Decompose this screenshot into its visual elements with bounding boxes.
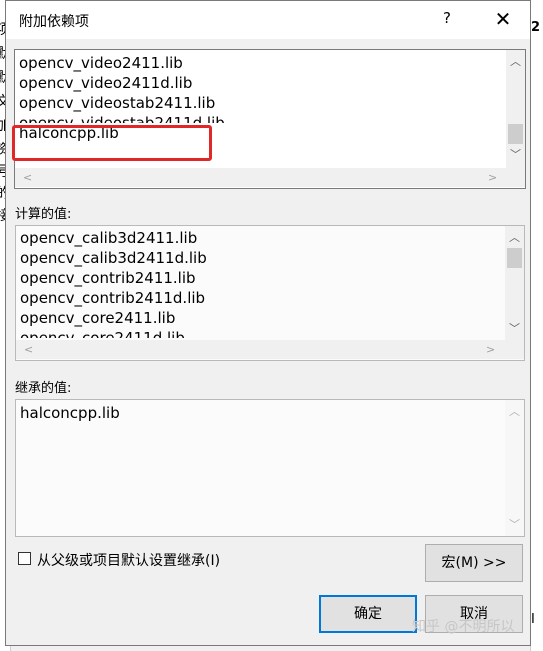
background-window-right-edge xyxy=(530,0,543,651)
vertical-scrollbar[interactable]: ︿ ﹀ xyxy=(506,50,525,168)
scroll-down-arrow-icon: ﹀ xyxy=(509,518,520,531)
scroll-up-arrow-icon[interactable]: ︿ xyxy=(505,229,524,245)
list-item[interactable]: opencv_video2411d.lib xyxy=(19,73,225,93)
close-button[interactable]: ✕ xyxy=(488,7,518,33)
background-text: I xyxy=(531,612,535,627)
additional-dependencies-dialog: 附加依赖项 ? ✕ opencv_video2411.lib opencv_vi… xyxy=(5,0,531,646)
list-item: opencv_core2411.lib xyxy=(20,309,176,327)
horizontal-scrollbar[interactable]: < > xyxy=(15,168,525,187)
scroll-up-arrow-icon[interactable]: ︿ xyxy=(506,53,525,69)
inherited-values-label: 继承的值: xyxy=(15,381,72,396)
scroll-right-arrow-icon[interactable]: > xyxy=(488,168,497,187)
list-item: opencv_core2411d.lib xyxy=(20,329,185,338)
scrollbar-thumb[interactable] xyxy=(508,124,523,144)
macros-button[interactable]: 宏(M) >> xyxy=(425,544,523,582)
red-highlight-annotation xyxy=(12,125,212,161)
dialog-title: 附加依赖项 xyxy=(19,14,89,30)
scrollbar-thumb[interactable] xyxy=(507,248,522,268)
horizontal-scrollbar[interactable]: < > xyxy=(16,340,524,359)
inherit-checkbox-label[interactable]: 从父级或项目默认设置继承(I) xyxy=(37,550,220,570)
list-item[interactable]: opencv_videostab2411.lib xyxy=(19,93,225,113)
scroll-down-arrow-icon[interactable]: ﹀ xyxy=(505,320,524,336)
scroll-left-arrow-icon[interactable]: < xyxy=(23,168,32,187)
scroll-right-arrow-icon[interactable]: > xyxy=(486,340,495,359)
title-bar: 附加依赖项 ? ✕ xyxy=(6,1,530,39)
list-item[interactable]: opencv_video2411.lib xyxy=(19,53,225,73)
list-item: opencv_contrib2411.lib xyxy=(20,269,196,287)
computed-values-list: opencv_calib3d2411.lib opencv_calib3d241… xyxy=(15,225,525,361)
inherited-values-list: halconcpp.lib ︿ ﹀ xyxy=(15,399,525,537)
scroll-left-arrow-icon[interactable]: < xyxy=(24,340,33,359)
list-item: opencv_calib3d2411.lib xyxy=(20,229,198,247)
dependencies-edit-box[interactable]: opencv_video2411.lib opencv_video2411d.l… xyxy=(14,49,526,189)
ok-button[interactable]: 确定 xyxy=(319,595,417,633)
background-text: 2 xyxy=(531,20,541,35)
computed-values-label: 计算的值: xyxy=(15,207,72,222)
vertical-scrollbar: ︿ ﹀ xyxy=(505,400,524,536)
list-item: halconcpp.lib xyxy=(20,404,120,422)
scroll-down-arrow-icon[interactable]: ﹀ xyxy=(506,146,525,162)
vertical-scrollbar[interactable]: ︿ ﹀ xyxy=(505,226,524,340)
list-item: opencv_calib3d2411d.lib xyxy=(20,249,207,267)
inherit-checkbox[interactable] xyxy=(18,552,31,565)
help-button[interactable]: ? xyxy=(432,9,462,31)
scroll-up-arrow-icon: ︿ xyxy=(509,405,520,418)
watermark-text: 知乎 @不明所以 xyxy=(412,619,515,635)
list-item[interactable]: opencv_videostab2411d.lib xyxy=(19,113,225,123)
list-item: opencv_contrib2411d.lib xyxy=(20,289,206,307)
